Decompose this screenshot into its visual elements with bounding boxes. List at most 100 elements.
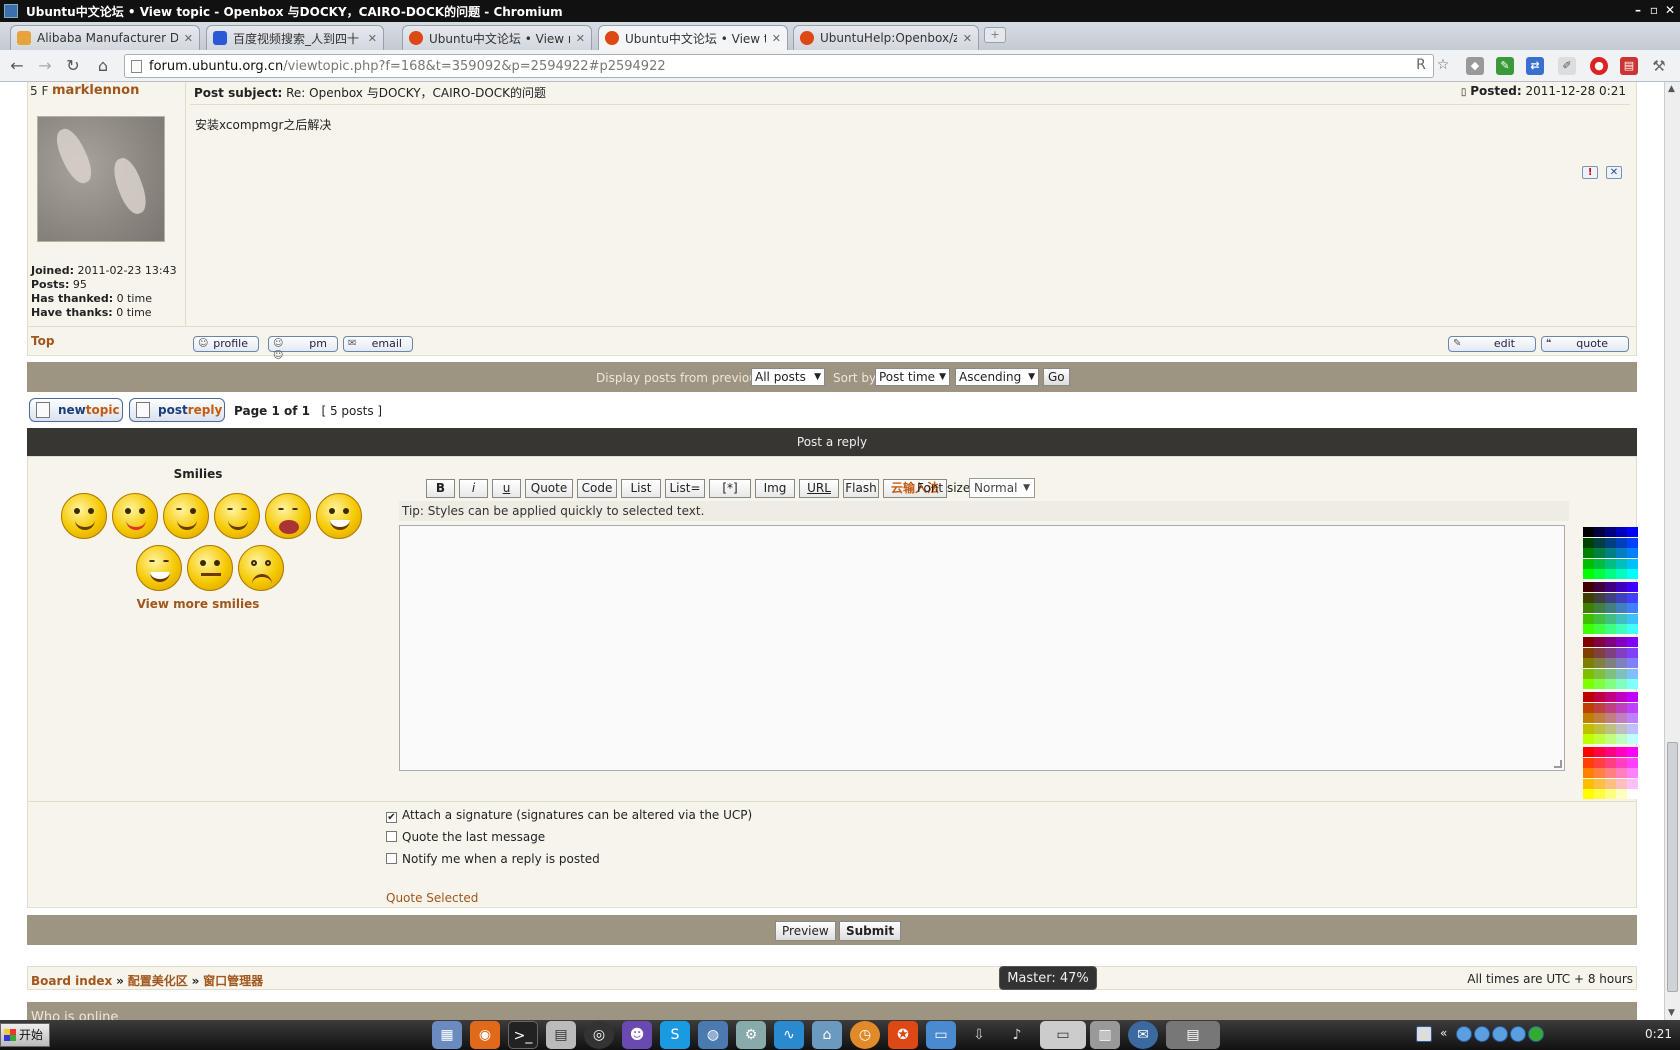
bookmark-star-icon[interactable]: ☆: [1434, 56, 1452, 74]
tab-ubuntuhelp-openbox[interactable]: UbuntuHelp:Openbox/zh ✕: [793, 25, 979, 50]
bold-button[interactable]: B: [426, 479, 455, 498]
color-swatch[interactable]: [1627, 702, 1638, 713]
color-swatch[interactable]: [1583, 789, 1594, 799]
color-swatch[interactable]: [1605, 558, 1616, 569]
color-swatch[interactable]: [1605, 527, 1616, 537]
color-swatch[interactable]: [1627, 558, 1638, 569]
color-swatch[interactable]: [1616, 658, 1627, 668]
color-swatch[interactable]: [1583, 613, 1594, 624]
new-topic-button[interactable]: newtopic: [29, 398, 123, 422]
view-more-smilies-link[interactable]: View more smilies: [28, 597, 368, 611]
calculator-icon[interactable]: ▤: [546, 1021, 576, 1049]
img-button[interactable]: Img: [755, 479, 795, 498]
address-bar[interactable]: forum.ubuntu.org.cn/viewtopic.php?f=168&…: [124, 54, 1434, 78]
color-swatch[interactable]: [1605, 548, 1616, 558]
color-swatch[interactable]: [1627, 747, 1638, 757]
notify-checkbox[interactable]: [386, 853, 397, 864]
color-swatch[interactable]: [1605, 624, 1616, 634]
desktop-icon[interactable]: ▦: [432, 1021, 462, 1049]
taskbar-clock[interactable]: 0:21: [1645, 1027, 1672, 1041]
profile-button[interactable]: ☺ profile: [193, 336, 259, 352]
page-scrollbar[interactable]: ▲ ▼: [1664, 82, 1680, 1020]
color-swatch[interactable]: [1594, 789, 1605, 799]
color-swatch[interactable]: [1594, 723, 1605, 734]
color-swatch[interactable]: [1627, 757, 1638, 768]
color-palette[interactable]: [1583, 527, 1643, 803]
color-swatch[interactable]: [1594, 768, 1605, 778]
tab-close-icon[interactable]: ✕: [368, 32, 377, 45]
color-swatch[interactable]: [1594, 624, 1605, 634]
color-swatch[interactable]: [1605, 723, 1616, 734]
color-swatch[interactable]: [1627, 768, 1638, 778]
color-swatch[interactable]: [1627, 537, 1638, 548]
color-swatch[interactable]: [1605, 613, 1616, 624]
download-icon[interactable]: ⇩: [964, 1021, 994, 1049]
attach-signature-option[interactable]: ✔ Attach a signature (signatures can be a…: [386, 808, 752, 823]
tray-app-icon[interactable]: [1474, 1026, 1490, 1042]
color-swatch[interactable]: [1594, 778, 1605, 789]
color-swatch[interactable]: [1594, 668, 1605, 679]
color-swatch[interactable]: [1594, 569, 1605, 579]
color-swatch[interactable]: [1583, 734, 1594, 744]
smiley-cover-mouth-icon[interactable]: [214, 493, 260, 539]
color-swatch[interactable]: [1583, 558, 1594, 569]
flash-button[interactable]: Flash: [843, 479, 879, 498]
post-reply-button[interactable]: postreply: [129, 398, 225, 422]
color-swatch[interactable]: [1594, 747, 1605, 757]
quote-button[interactable]: ❝ quote: [1541, 336, 1629, 352]
smiley-think-icon[interactable]: [187, 545, 233, 591]
skype-icon[interactable]: S: [660, 1021, 690, 1049]
scrollbar-thumb[interactable]: [1667, 742, 1678, 992]
close-window-icon[interactable]: ✕: [1662, 2, 1678, 18]
color-swatch[interactable]: [1583, 537, 1594, 548]
tab-baidu-video[interactable]: 百度视频搜索_人到四十 第3 ✕: [206, 25, 384, 50]
color-swatch[interactable]: [1594, 603, 1605, 613]
color-swatch[interactable]: [1605, 747, 1616, 757]
url-button[interactable]: URL: [799, 479, 839, 498]
color-swatch[interactable]: [1616, 537, 1627, 548]
post-doc-icon[interactable]: ▯: [1461, 87, 1467, 98]
color-swatch[interactable]: [1627, 592, 1638, 603]
color-swatch[interactable]: [1627, 637, 1638, 647]
notify-option[interactable]: Notify me when a reply is posted: [386, 852, 600, 866]
color-swatch[interactable]: [1594, 702, 1605, 713]
color-swatch[interactable]: [1627, 658, 1638, 668]
color-swatch[interactable]: [1605, 582, 1616, 592]
color-swatch[interactable]: [1583, 679, 1594, 689]
quote-selected-link[interactable]: Quote Selected: [386, 891, 478, 905]
color-swatch[interactable]: [1583, 592, 1594, 603]
color-swatch[interactable]: [1627, 778, 1638, 789]
color-swatch[interactable]: [1616, 558, 1627, 569]
color-swatch[interactable]: [1616, 768, 1627, 778]
trash-icon[interactable]: ▥: [1090, 1021, 1120, 1049]
color-swatch[interactable]: [1616, 679, 1627, 689]
new-tab-button[interactable]: +: [984, 27, 1006, 43]
color-swatch[interactable]: [1627, 527, 1638, 537]
color-swatch[interactable]: [1627, 569, 1638, 579]
color-swatch[interactable]: [1594, 637, 1605, 647]
order-select[interactable]: Ascending ▼: [955, 368, 1039, 386]
category-link[interactable]: 配置美化区: [128, 974, 188, 988]
notes-extension-icon[interactable]: ✐: [1558, 57, 1576, 75]
resize-grip-icon[interactable]: [1554, 760, 1562, 768]
smiley-sweat-grin-icon[interactable]: [316, 493, 362, 539]
color-swatch[interactable]: [1605, 647, 1616, 658]
color-swatch[interactable]: [1616, 624, 1627, 634]
delete-icon[interactable]: ✕: [1606, 166, 1622, 179]
color-swatch[interactable]: [1605, 778, 1616, 789]
color-swatch[interactable]: [1616, 527, 1627, 537]
color-swatch[interactable]: [1605, 658, 1616, 668]
color-swatch[interactable]: [1583, 768, 1594, 778]
color-swatch[interactable]: [1627, 668, 1638, 679]
go-button[interactable]: Go: [1043, 368, 1070, 386]
camera-icon[interactable]: ◎: [584, 1021, 614, 1049]
forum-link[interactable]: 窗口管理器: [203, 974, 263, 988]
color-swatch[interactable]: [1594, 679, 1605, 689]
display-range-select[interactable]: All posts ▼: [751, 368, 825, 386]
submit-button[interactable]: Submit: [839, 921, 902, 941]
color-swatch[interactable]: [1583, 658, 1594, 668]
home-folder-icon[interactable]: ⌂: [812, 1021, 842, 1049]
tray-app-icon[interactable]: [1456, 1026, 1472, 1042]
attach-signature-checkbox[interactable]: ✔: [386, 812, 397, 823]
color-swatch[interactable]: [1605, 637, 1616, 647]
